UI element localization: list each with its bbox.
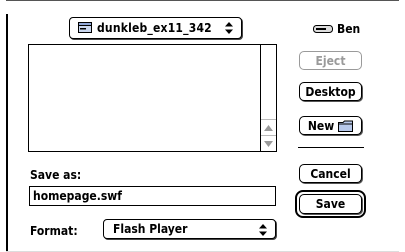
popup-arrows-icon [259, 224, 267, 236]
volume-indicator: Ben [313, 21, 360, 37]
save-button[interactable]: Save [299, 194, 362, 214]
cancel-button[interactable]: Cancel [299, 164, 362, 183]
desktop-button[interactable]: Desktop [299, 82, 362, 101]
button-separator [298, 147, 364, 148]
cancel-button-label: Cancel [310, 166, 351, 181]
drive-icon [313, 25, 333, 33]
save-button-label: Save [315, 197, 346, 211]
save-as-label: Save as: [30, 168, 82, 182]
hard-disk-icon [78, 22, 92, 33]
folder-popup-label: dunkleb_ex11_342 [97, 21, 212, 35]
scroll-down-icon [264, 140, 273, 147]
new-folder-button[interactable]: New [299, 116, 362, 135]
desktop-button-label: Desktop [305, 84, 356, 99]
format-label: Format: [30, 224, 78, 238]
format-popup[interactable]: Flash Player [103, 219, 276, 239]
eject-button-label: Eject [315, 53, 346, 68]
eject-button[interactable]: Eject [299, 51, 362, 70]
file-list[interactable] [28, 44, 277, 152]
scroll-down-arrow[interactable] [261, 135, 276, 151]
dialog-left-edge [6, 14, 8, 252]
format-popup-label: Flash Player [113, 222, 188, 236]
volume-label: Ben [337, 22, 361, 36]
popup-arrows-icon [225, 22, 233, 34]
new-folder-button-label: New [307, 118, 335, 133]
filename-input[interactable] [29, 186, 276, 206]
new-folder-icon [338, 120, 354, 132]
scroll-up-icon [264, 124, 273, 131]
scroll-up-arrow[interactable] [261, 119, 276, 135]
dialog-top-edge [6, 0, 399, 1]
file-list-scrollbar[interactable] [260, 45, 276, 151]
folder-popup[interactable]: dunkleb_ex11_342 [69, 17, 242, 39]
